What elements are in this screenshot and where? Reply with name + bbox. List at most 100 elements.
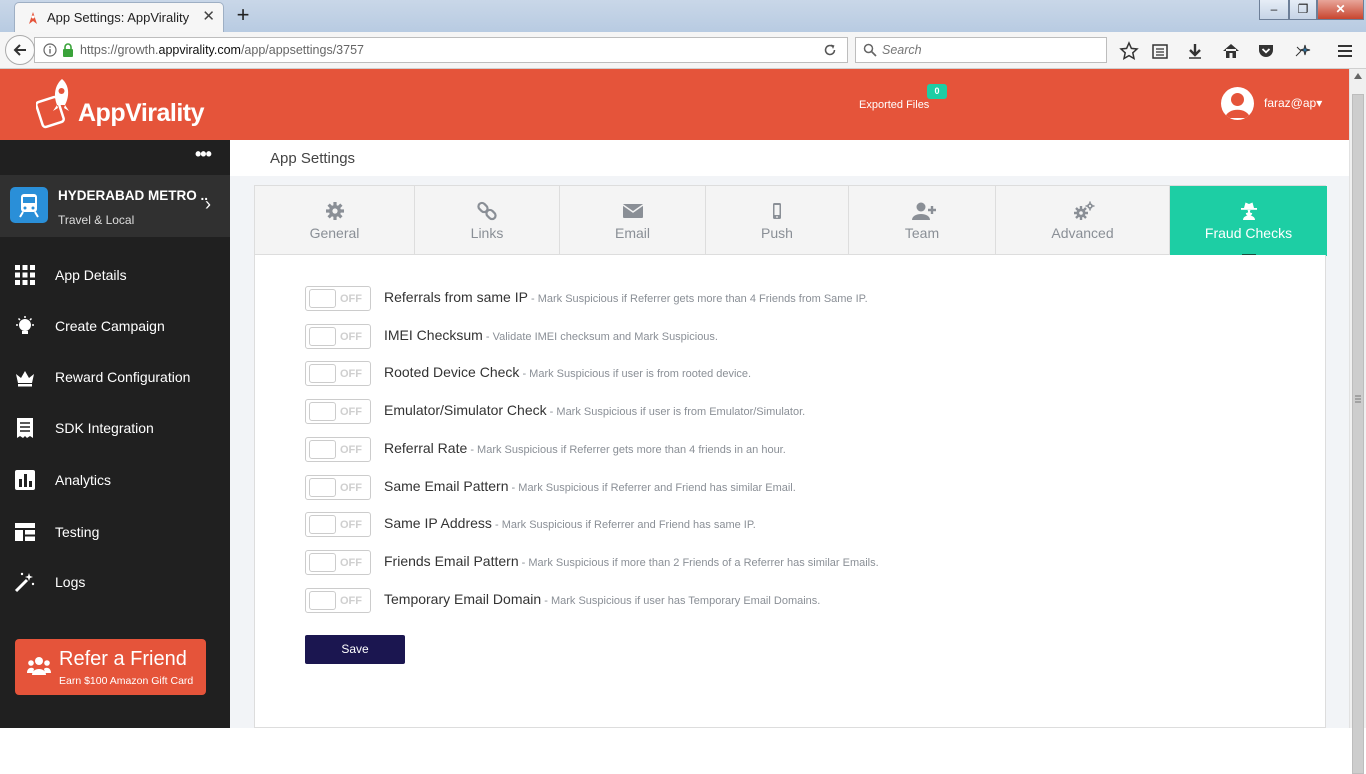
scrollbar-thumb[interactable] xyxy=(1352,94,1364,774)
referrals-same-ip-toggle[interactable]: OFF xyxy=(305,286,371,311)
reading-list-icon[interactable] xyxy=(1150,41,1170,61)
fraud-check-row: OFF Temporary Email Domain - Mark Suspic… xyxy=(305,588,1305,614)
username-text: faraz@ap xyxy=(1264,96,1317,110)
sidebar-item-analytics[interactable]: Analytics xyxy=(0,460,230,500)
sidebar-item-label: Testing xyxy=(55,524,100,540)
url-prefix: https://growth. xyxy=(80,43,159,57)
toggle-knob xyxy=(309,440,336,459)
tab-links[interactable]: Links xyxy=(415,186,560,256)
back-button[interactable] xyxy=(5,35,35,65)
fraud-check-row: OFF Same Email Pattern - Mark Suspicious… xyxy=(305,475,1305,501)
referral-rate-toggle[interactable]: OFF xyxy=(305,437,371,462)
menu-hamburger-icon[interactable] xyxy=(1335,41,1355,61)
tab-push[interactable]: Push xyxy=(706,186,849,256)
minimize-button[interactable]: ‒ xyxy=(1259,0,1289,20)
tab-label: Email xyxy=(614,225,650,241)
mobile-icon xyxy=(767,201,787,221)
info-icon[interactable] xyxy=(43,43,57,57)
fraud-check-row: OFF Referral Rate - Mark Suspicious if R… xyxy=(305,437,1305,463)
home-icon[interactable] xyxy=(1221,41,1241,61)
appvirality-favicon-icon xyxy=(25,10,41,26)
sidebar-item-logs[interactable]: Logs xyxy=(0,562,230,602)
toggle-state: OFF xyxy=(340,519,362,531)
extension-icon[interactable] xyxy=(1293,41,1313,61)
fraud-check-row: OFF Emulator/Simulator Check - Mark Susp… xyxy=(305,399,1305,425)
save-button[interactable]: Save xyxy=(305,635,405,664)
user-avatar[interactable] xyxy=(1221,87,1254,120)
close-window-icon: ✕ xyxy=(1335,2,1346,16)
temporary-email-domain-toggle[interactable]: OFF xyxy=(305,588,371,613)
tab-general[interactable]: General xyxy=(255,186,415,256)
gears-icon xyxy=(1073,201,1094,221)
appvirality-logo-icon[interactable] xyxy=(36,77,78,129)
search-icon xyxy=(863,43,877,57)
download-icon[interactable] xyxy=(1185,41,1205,61)
pocket-icon[interactable] xyxy=(1256,41,1276,61)
rooted-device-toggle[interactable]: OFF xyxy=(305,361,371,386)
check-description: - Validate IMEI checksum and Mark Suspic… xyxy=(482,331,718,343)
same-ip-address-toggle[interactable]: OFF xyxy=(305,512,371,537)
bookmark-star-icon[interactable] xyxy=(1119,41,1139,61)
tab-email[interactable]: Email xyxy=(560,186,706,256)
crown-icon xyxy=(14,366,36,388)
exported-files-link[interactable]: Exported Files xyxy=(859,99,929,111)
check-title: Referral Rate xyxy=(384,440,468,456)
minimize-icon: ‒ xyxy=(1270,2,1278,16)
toggle-state: OFF xyxy=(340,595,362,607)
toggle-knob xyxy=(309,478,336,497)
search-input[interactable]: Search xyxy=(855,37,1107,63)
toggle-knob xyxy=(309,289,336,308)
restore-button[interactable]: ❐ xyxy=(1289,0,1317,20)
gear-icon xyxy=(325,201,345,221)
tab-close-icon[interactable]: ✕ xyxy=(202,9,215,24)
check-description: - Mark Suspicious if Referrer gets more … xyxy=(527,293,868,305)
tab-label: General xyxy=(309,225,360,241)
sidebar-item-label: Logs xyxy=(55,574,86,590)
more-options-icon[interactable]: ••• xyxy=(195,144,212,165)
toggle-state: OFF xyxy=(340,557,362,569)
tab-advanced[interactable]: Advanced xyxy=(996,186,1170,256)
page-scrollbar[interactable] xyxy=(1349,69,1366,774)
check-title: Friends Email Pattern xyxy=(384,553,519,569)
check-title: Referrals from same IP xyxy=(384,289,528,305)
app-logo-text[interactable]: AppVirality xyxy=(78,99,205,128)
sidebar-item-sdk-integration[interactable]: SDK Integration xyxy=(0,408,230,448)
refer-a-friend-button[interactable]: Refer a Friend Earn $100 Amazon Gift Car… xyxy=(15,639,206,695)
tab-label: Links xyxy=(470,225,504,241)
magic-wand-icon xyxy=(14,571,36,593)
browser-tab[interactable]: App Settings: AppVirality ✕ xyxy=(14,2,224,32)
bar-chart-icon xyxy=(14,469,36,491)
check-description: - Mark Suspicious if user is from rooted… xyxy=(519,368,752,380)
grid-icon xyxy=(14,264,36,286)
check-label: Same Email Pattern - Mark Suspicious if … xyxy=(384,478,796,494)
spy-icon xyxy=(1239,201,1259,221)
friends-email-pattern-toggle[interactable]: OFF xyxy=(305,550,371,575)
new-tab-button[interactable]: + xyxy=(232,4,254,26)
sidebar-item-reward-configuration[interactable]: Reward Configuration xyxy=(0,357,230,397)
check-title: IMEI Checksum xyxy=(384,327,483,343)
emulator-check-toggle[interactable]: OFF xyxy=(305,399,371,424)
url-text[interactable]: https://growth.appvirality.com/app/appse… xyxy=(80,43,364,57)
fraud-check-row: OFF Rooted Device Check - Mark Suspiciou… xyxy=(305,361,1305,387)
check-label: Temporary Email Domain - Mark Suspicious… xyxy=(384,591,820,607)
sidebar-item-app-details[interactable]: App Details xyxy=(0,255,230,295)
sidebar-item-create-campaign[interactable]: Create Campaign xyxy=(0,306,230,346)
same-email-pattern-toggle[interactable]: OFF xyxy=(305,475,371,500)
toggle-state: OFF xyxy=(340,331,362,343)
reload-icon[interactable] xyxy=(823,43,837,57)
refer-subtitle: Earn $100 Amazon Gift Card xyxy=(59,675,194,687)
metro-train-icon xyxy=(10,187,48,223)
sidebar-item-testing[interactable]: Testing xyxy=(0,512,230,552)
app-switcher[interactable]: HYDERABAD METRO .. Travel & Local › xyxy=(0,175,230,237)
tab-team[interactable]: Team xyxy=(849,186,996,256)
close-window-button[interactable]: ✕ xyxy=(1317,0,1364,20)
user-menu[interactable]: faraz@ap▾ xyxy=(1264,96,1322,110)
toggle-state: OFF xyxy=(340,444,362,456)
scroll-up-icon[interactable] xyxy=(1354,73,1362,79)
tab-fraud-checks[interactable]: Fraud Checks xyxy=(1170,186,1327,256)
url-bar[interactable]: https://growth.appvirality.com/app/appse… xyxy=(34,37,848,63)
settings-tabs: General Links Email Push Team Advanced F… xyxy=(254,185,1327,256)
imei-checksum-toggle[interactable]: OFF xyxy=(305,324,371,349)
page-header: App Settings xyxy=(230,140,1349,176)
sidebar-item-label: Reward Configuration xyxy=(55,369,191,385)
